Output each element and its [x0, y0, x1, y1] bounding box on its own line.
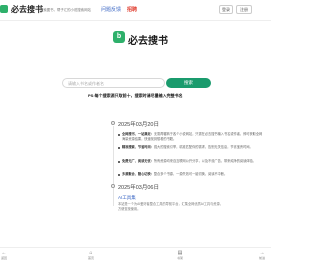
nav-feedback-link[interactable]: 问题反馈 — [101, 6, 121, 13]
bullet-icon — [118, 174, 120, 176]
feature-title: 精准搜索、节省时间： — [122, 145, 154, 149]
bottom-nav-label: 返回 — [0, 256, 7, 260]
feature-title: 免费无广、阅读无忧： — [122, 159, 154, 163]
hero-logo-icon: b — [113, 31, 125, 43]
feature-item: 精准搜索、节省时间：强大的搜索引擎，精准匹配你的需求，告别无关信息，节省宝贵时间… — [122, 145, 270, 150]
bottom-nav-back[interactable]: ← 返回 — [0, 250, 14, 260]
bottom-nav-label: 前进 — [258, 256, 265, 260]
timeline-dot — [111, 184, 115, 188]
bottom-nav-label: 书架 — [176, 256, 183, 260]
ai-tools-link[interactable]: AI工具集 — [118, 195, 136, 201]
bullet-icon — [118, 161, 120, 163]
timeline-dot — [111, 121, 115, 125]
feature-text: 所有资源均来自互联网公开分享，以及不设广告，带来纯净的阅读体验。 — [153, 159, 256, 163]
top-bar: 必去搜书 搜索图书，帮子汇的小说搜索网站 问题反馈 招聘 登录 注册 — [0, 0, 271, 21]
register-button[interactable]: 注册 — [236, 5, 252, 14]
nav-recruit-link[interactable]: 招聘 — [127, 6, 137, 13]
bullet-icon — [118, 147, 120, 149]
feature-text: 海量资源结果，快速找到想看的书籍。 — [122, 137, 177, 141]
bottom-nav-label: 首页 — [87, 256, 94, 260]
search-button[interactable]: 搜索 — [166, 78, 211, 88]
feature-title: 全网搜书、一站满足： — [122, 132, 154, 136]
brand-name[interactable]: 必去搜书 — [11, 4, 43, 15]
feature-item: 全网搜书、一站满足：无需再辗转于各个小说网站，只需在必去搜书输入书名或作者，即可… — [122, 132, 270, 137]
feature-text: 整合多个书源，一源失效可一键切换，阅读不中断。 — [153, 172, 228, 176]
timeline-date: 2025年03月20日 — [118, 122, 159, 128]
feature-item: 免费无广、阅读无忧：所有资源均来自互联网公开分享，以及不设广告，带来纯净的阅读体… — [122, 159, 270, 164]
feature-title: 多源聚合、随心切换： — [122, 172, 154, 176]
feature-item: 海量资源结果，快速找到想看的书籍。 — [122, 137, 270, 142]
bottom-nav-forward[interactable]: → 前进 — [252, 250, 272, 260]
search-input[interactable] — [62, 78, 165, 88]
bullet-icon — [118, 134, 120, 136]
hero-title: 必去搜书 — [128, 36, 168, 47]
feature-text: 强大的搜索引擎，精准匹配你的需求，告别无关信息，节省宝贵时间。 — [153, 145, 253, 149]
search-notice: PS:每个搜索源只取前十，搜索时请尽量输入完整书名 — [88, 93, 183, 98]
feature-item: 多源聚合、随心切换：整合多个书源，一源失效可一键切换，阅读不中断。 — [122, 172, 270, 177]
login-button[interactable]: 登录 — [219, 5, 233, 14]
timeline-line — [113, 126, 114, 206]
feature-text: 无需再辗转于各个小说网站，只需在必去搜书输入书名或作者，即可获取全网 — [153, 132, 263, 136]
bottom-nav: ← 返回 ⌂ 首页 ▤ 书架 → 前进 — [0, 247, 271, 263]
bottom-nav-home[interactable]: ⌂ 首页 — [81, 250, 101, 260]
entry-description: 本站是一个为AI爱好者整合工具的导航平台，汇集全网优质AI工具与资源， — [118, 202, 223, 206]
timeline-date: 2025年03月06日 — [118, 185, 159, 191]
brand-tagline: 搜索图书，帮子汇的小说搜索网站 — [40, 8, 91, 12]
logo-icon[interactable] — [0, 5, 8, 13]
bottom-nav-bookshelf[interactable]: ▤ 书架 — [170, 250, 190, 260]
entry-description: 方便查找使用。 — [118, 207, 141, 211]
